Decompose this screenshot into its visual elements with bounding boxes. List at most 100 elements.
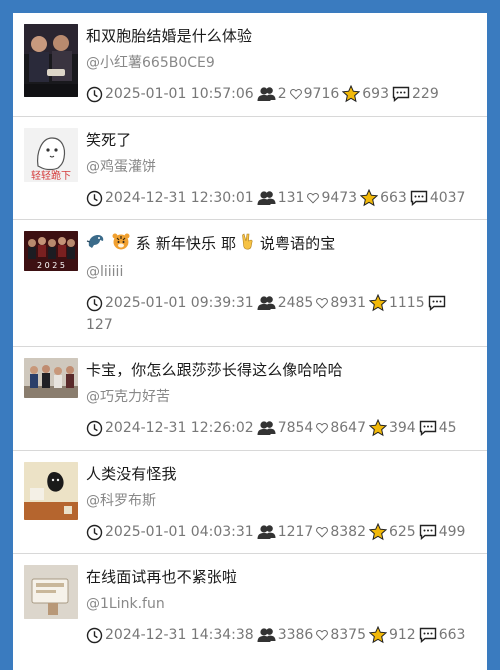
star-icon: [342, 85, 361, 103]
post-datetime: 2024-12-31 12:26:02: [86, 417, 254, 439]
post-comments[interactable]: 4037: [410, 187, 465, 209]
heart-icon: [316, 526, 329, 538]
post-author[interactable]: @1Link.fun: [86, 593, 477, 615]
children-photo-thumbnail: [24, 358, 78, 398]
post-likes[interactable]: 8382: [316, 521, 366, 543]
post-datetime: 2024-12-31 12:30:01: [86, 187, 254, 209]
users-icon: [257, 627, 276, 643]
wedding-photo-thumbnail: [24, 24, 78, 97]
users-icon: [257, 295, 276, 311]
post-users: 131: [257, 187, 304, 209]
star-icon: [368, 626, 387, 644]
post-stars[interactable]: 1115: [368, 292, 425, 314]
victory-hand-icon: [241, 232, 255, 256]
new-year-group-photo-thumbnail: 2 0 2 5: [24, 231, 78, 271]
post-title[interactable]: 人类没有怪我: [86, 463, 477, 485]
post-meta: 2024-12-31 12:26:02 7854 8647 394 45: [86, 417, 477, 439]
comment-icon: [410, 190, 428, 206]
post-meta: 2025-01-01 10:57:06 2 9716 693 229: [86, 83, 477, 105]
post-card[interactable]: 2 0 2 5 系 新年快乐 耶 说粤语的宝 @liiiii 2025-01-0…: [13, 220, 487, 347]
heart-icon: [316, 629, 329, 641]
post-datetime: 2025-01-01 10:57:06: [86, 83, 254, 105]
post-stars[interactable]: 912: [368, 624, 416, 646]
post-thumbnail[interactable]: [24, 565, 78, 619]
post-title[interactable]: 和双胞胎结婚是什么体验: [86, 25, 477, 47]
post-users: 1217: [257, 521, 313, 543]
post-meta: 2024-12-31 12:30:01 131 9473 663 4037: [86, 187, 477, 209]
post-thumbnail[interactable]: [24, 358, 78, 398]
clock-icon: [86, 524, 103, 541]
post-card[interactable]: 和双胞胎结婚是什么体验 @小红薯665B0CE9 2025-01-01 10:5…: [13, 13, 487, 117]
comment-icon: [419, 524, 437, 540]
comment-icon: [392, 86, 410, 102]
comment-icon: [419, 420, 437, 436]
star-icon: [368, 419, 387, 437]
post-datetime: 2025-01-01 04:03:31: [86, 521, 254, 543]
post-comments[interactable]: 499: [419, 521, 465, 543]
comment-icon: [419, 627, 437, 643]
interview-device-thumbnail: [24, 565, 78, 619]
heart-icon: [289, 88, 302, 100]
clock-icon: [86, 190, 103, 207]
clock-icon: [86, 86, 103, 103]
post-meta: 2025-01-01 04:03:31 1217 8382 625 499: [86, 521, 477, 543]
post-comments[interactable]: 45: [419, 417, 457, 439]
post-author[interactable]: @巧克力好苦: [86, 386, 477, 408]
svg-text:轻轻跪下: 轻轻跪下: [31, 169, 71, 182]
post-card[interactable]: 轻轻跪下 笑死了 @鸡蛋灌饼 2024-12-31 12:30:01 131 9…: [13, 117, 487, 220]
post-users: 7854: [257, 417, 313, 439]
heart-icon: [316, 422, 329, 434]
star-icon: [368, 523, 387, 541]
users-icon: [257, 420, 276, 436]
post-stars[interactable]: 693: [342, 83, 389, 105]
post-likes[interactable]: 8931: [316, 292, 366, 314]
post-users: 3386: [257, 624, 313, 646]
clock-icon: [86, 627, 103, 644]
post-meta: 2025-01-01 09:39:31 2485 8931 1115 127: [86, 292, 477, 336]
post-comments-icon-group[interactable]: [428, 295, 448, 311]
star-icon: [360, 189, 379, 207]
svg-text:2 0 2 5: 2 0 2 5: [37, 261, 65, 270]
post-users: 2: [257, 83, 287, 105]
post-thumbnail[interactable]: [24, 24, 78, 97]
post-title[interactable]: 在线面试再也不紧张啦: [86, 566, 477, 588]
post-stars[interactable]: 394: [368, 417, 416, 439]
desk-scene-thumbnail: [24, 462, 78, 520]
cartoon-ghost-thumbnail: 轻轻跪下: [24, 128, 78, 182]
heart-icon: [307, 192, 320, 204]
post-likes[interactable]: 9473: [307, 187, 357, 209]
post-users: 2485: [257, 292, 313, 314]
post-comments[interactable]: 127: [86, 314, 477, 336]
users-icon: [257, 86, 276, 102]
post-title[interactable]: 系 新年快乐 耶 说粤语的宝: [86, 232, 477, 256]
post-stars[interactable]: 663: [360, 187, 407, 209]
clock-icon: [86, 295, 103, 312]
dragon-icon: [86, 232, 106, 256]
post-author[interactable]: @liiiii: [86, 261, 477, 283]
post-comments[interactable]: 663: [419, 624, 465, 646]
post-author[interactable]: @科罗布斯: [86, 490, 477, 512]
post-likes[interactable]: 9716: [289, 83, 339, 105]
post-stars[interactable]: 625: [368, 521, 416, 543]
post-comments[interactable]: 229: [392, 83, 439, 105]
tiger-face-icon: [111, 232, 131, 256]
post-meta: 2024-12-31 14:34:38 3386 8375 912 663: [86, 624, 477, 646]
post-card[interactable]: 在线面试再也不紧张啦 @1Link.fun 2024-12-31 14:34:3…: [13, 554, 487, 658]
post-datetime: 2025-01-01 09:39:31: [86, 292, 254, 314]
post-title[interactable]: 卡宝，你怎么跟莎莎长得这么像哈哈哈: [86, 359, 477, 381]
users-icon: [257, 190, 276, 206]
post-thumbnail[interactable]: 轻轻跪下: [24, 128, 78, 182]
post-likes[interactable]: 8647: [316, 417, 366, 439]
users-icon: [257, 524, 276, 540]
post-author[interactable]: @鸡蛋灌饼: [86, 156, 477, 178]
post-card[interactable]: 卡宝，你怎么跟莎莎长得这么像哈哈哈 @巧克力好苦 2024-12-31 12:2…: [13, 347, 487, 451]
post-thumbnail[interactable]: [24, 462, 78, 520]
post-likes[interactable]: 8375: [316, 624, 366, 646]
post-author[interactable]: @小红薯665B0CE9: [86, 52, 477, 74]
post-title[interactable]: 笑死了: [86, 129, 477, 151]
comment-icon: [428, 295, 446, 311]
post-card[interactable]: 人类没有怪我 @科罗布斯 2025-01-01 04:03:31 1217 83…: [13, 451, 487, 554]
post-thumbnail[interactable]: 2 0 2 5: [24, 231, 78, 271]
star-icon: [368, 294, 387, 312]
post-datetime: 2024-12-31 14:34:38: [86, 624, 254, 646]
